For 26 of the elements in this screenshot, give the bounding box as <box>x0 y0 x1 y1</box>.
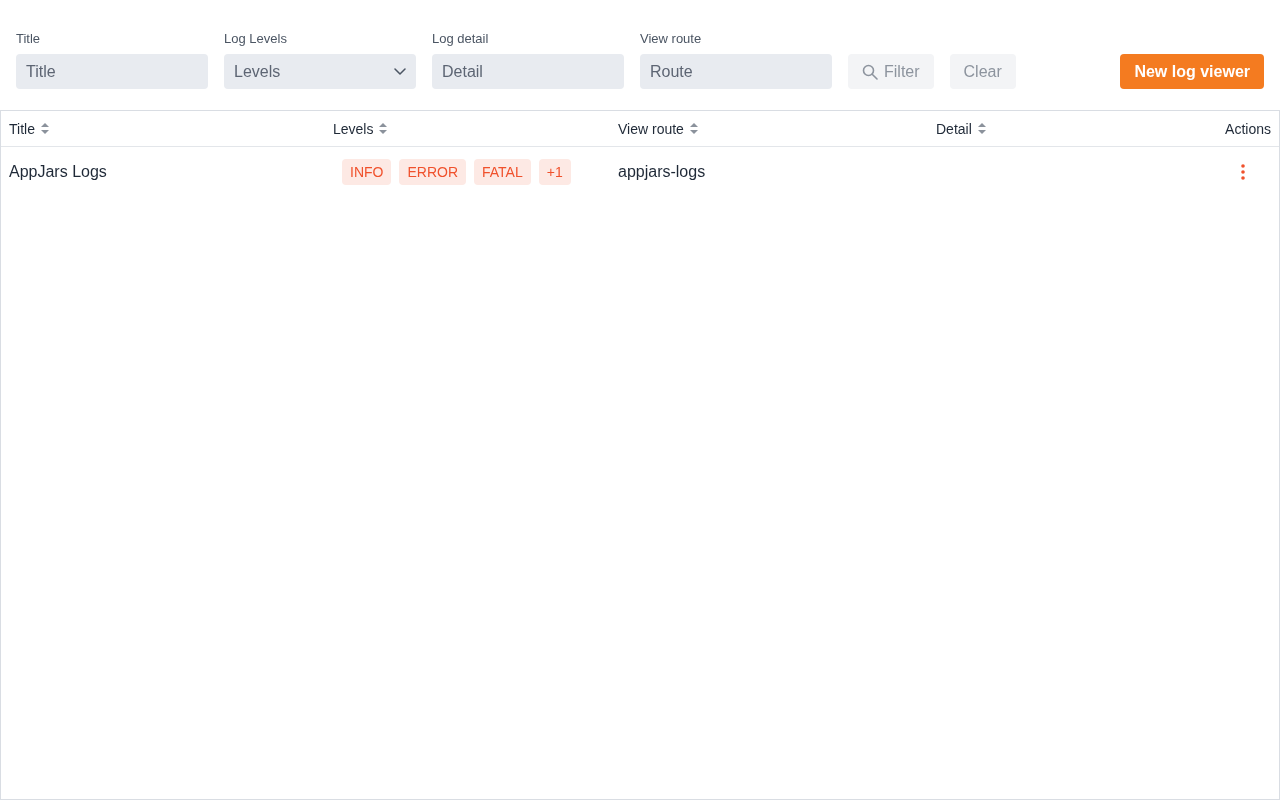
levels-select[interactable]: Levels <box>224 54 416 89</box>
input-field[interactable]: Route <box>640 54 832 89</box>
vertical-dots-icon <box>1241 163 1246 180</box>
level-tag: FATAL <box>474 158 531 185</box>
level-tag: ERROR <box>399 158 466 185</box>
search-icon <box>862 63 878 80</box>
chevron-down-icon <box>394 68 406 75</box>
table-cell: AppJars Logs <box>9 162 107 181</box>
sort-icon <box>379 123 388 134</box>
sort-icon <box>40 123 49 134</box>
input-field[interactable]: Title <box>16 54 208 89</box>
sort-icon <box>977 123 986 134</box>
sortable-column-header[interactable]: Title <box>9 120 49 137</box>
sort-icon <box>689 123 698 134</box>
field-label: Log detail <box>432 31 489 47</box>
table-cell: appjars-logs <box>618 162 706 181</box>
sortable-column-header[interactable]: Levels <box>333 120 388 137</box>
sortable-column-header[interactable]: View route <box>618 120 698 137</box>
column-header: Actions <box>1225 120 1271 137</box>
sortable-column-header[interactable]: Detail <box>936 120 986 137</box>
level-tag: INFO <box>342 158 392 185</box>
input-field[interactable]: Detail <box>432 54 624 89</box>
more-count-tag: +1 <box>538 158 571 185</box>
field-label: Title <box>16 31 41 47</box>
field-label: View route <box>640 31 702 47</box>
field-label: Log Levels <box>224 31 287 47</box>
